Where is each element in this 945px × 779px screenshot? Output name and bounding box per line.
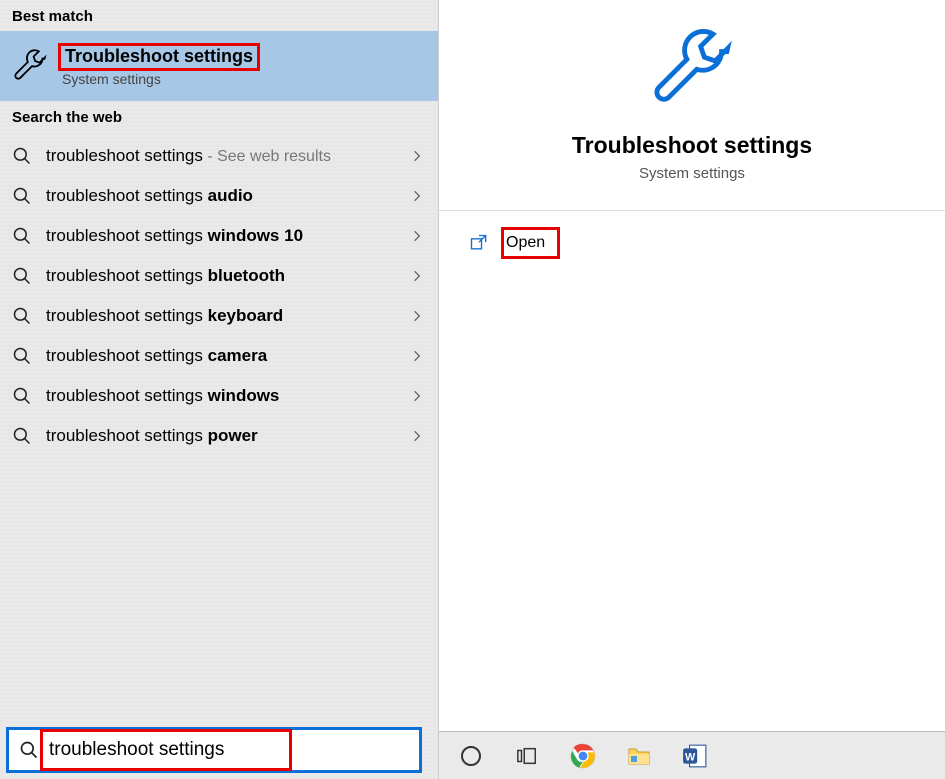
search-input[interactable]	[49, 739, 409, 761]
web-result-item[interactable]: troubleshoot settings power	[0, 416, 438, 456]
best-match-text: Troubleshoot settings System settings	[62, 46, 260, 87]
web-result-item[interactable]: troubleshoot settings - See web results	[0, 136, 438, 176]
web-result-label: troubleshoot settings keyboard	[46, 306, 396, 326]
svg-text:W: W	[685, 751, 696, 763]
open-icon	[469, 233, 489, 253]
web-result-label: troubleshoot settings windows	[46, 386, 396, 406]
web-result-label: troubleshoot settings bluetooth	[46, 266, 396, 286]
web-result-item[interactable]: troubleshoot settings windows	[0, 376, 438, 416]
search-icon	[12, 386, 32, 406]
preview-subtitle: System settings	[639, 159, 745, 182]
search-icon	[12, 306, 32, 326]
taskbar: W	[439, 731, 945, 779]
best-match-result[interactable]: Troubleshoot settings System settings	[0, 31, 438, 101]
web-result-item[interactable]: troubleshoot settings bluetooth	[0, 256, 438, 296]
web-result-item[interactable]: troubleshoot settings audio	[0, 176, 438, 216]
search-icon	[12, 426, 32, 446]
web-result-label: troubleshoot settings audio	[46, 186, 396, 206]
chevron-right-icon	[410, 269, 424, 283]
wrench-icon	[649, 26, 735, 112]
preview-hero: Troubleshoot settings System settings	[572, 0, 812, 182]
search-web-label: Search the web	[0, 101, 438, 132]
search-icon	[19, 740, 39, 760]
web-result-label: troubleshoot settings windows 10	[46, 226, 396, 246]
open-action[interactable]: Open	[439, 211, 560, 259]
chevron-right-icon	[410, 189, 424, 203]
chevron-right-icon	[410, 429, 424, 443]
search-box[interactable]	[6, 727, 422, 773]
search-icon	[12, 146, 32, 166]
web-result-item[interactable]: troubleshoot settings windows 10	[0, 216, 438, 256]
chrome-icon[interactable]	[569, 742, 597, 770]
cortana-icon[interactable]	[457, 742, 485, 770]
chevron-right-icon	[410, 389, 424, 403]
chevron-right-icon	[410, 349, 424, 363]
word-icon[interactable]: W	[681, 742, 709, 770]
web-result-label: troubleshoot settings - See web results	[46, 146, 396, 166]
search-icon	[12, 266, 32, 286]
best-match-title: Troubleshoot settings	[62, 46, 260, 67]
open-label: Open	[501, 227, 560, 259]
search-icon	[12, 346, 32, 366]
preview-title: Troubleshoot settings	[572, 112, 812, 159]
wrench-icon	[12, 48, 48, 84]
start-search-window: Best match Troubleshoot settings System …	[0, 0, 945, 779]
file-explorer-icon[interactable]	[625, 742, 653, 770]
preview-panel: Troubleshoot settings System settings Op…	[439, 0, 945, 779]
chevron-right-icon	[410, 149, 424, 163]
search-icon	[12, 226, 32, 246]
results-panel: Best match Troubleshoot settings System …	[0, 0, 439, 779]
web-result-item[interactable]: troubleshoot settings camera	[0, 336, 438, 376]
web-result-item[interactable]: troubleshoot settings keyboard	[0, 296, 438, 336]
web-result-label: troubleshoot settings camera	[46, 346, 396, 366]
best-match-label: Best match	[0, 0, 438, 31]
task-view-icon[interactable]	[513, 742, 541, 770]
chevron-right-icon	[410, 309, 424, 323]
web-results-list: troubleshoot settings - See web results t…	[0, 132, 438, 460]
web-result-label: troubleshoot settings power	[46, 426, 396, 446]
search-icon	[12, 186, 32, 206]
best-match-subtitle: System settings	[62, 67, 260, 87]
chevron-right-icon	[410, 229, 424, 243]
